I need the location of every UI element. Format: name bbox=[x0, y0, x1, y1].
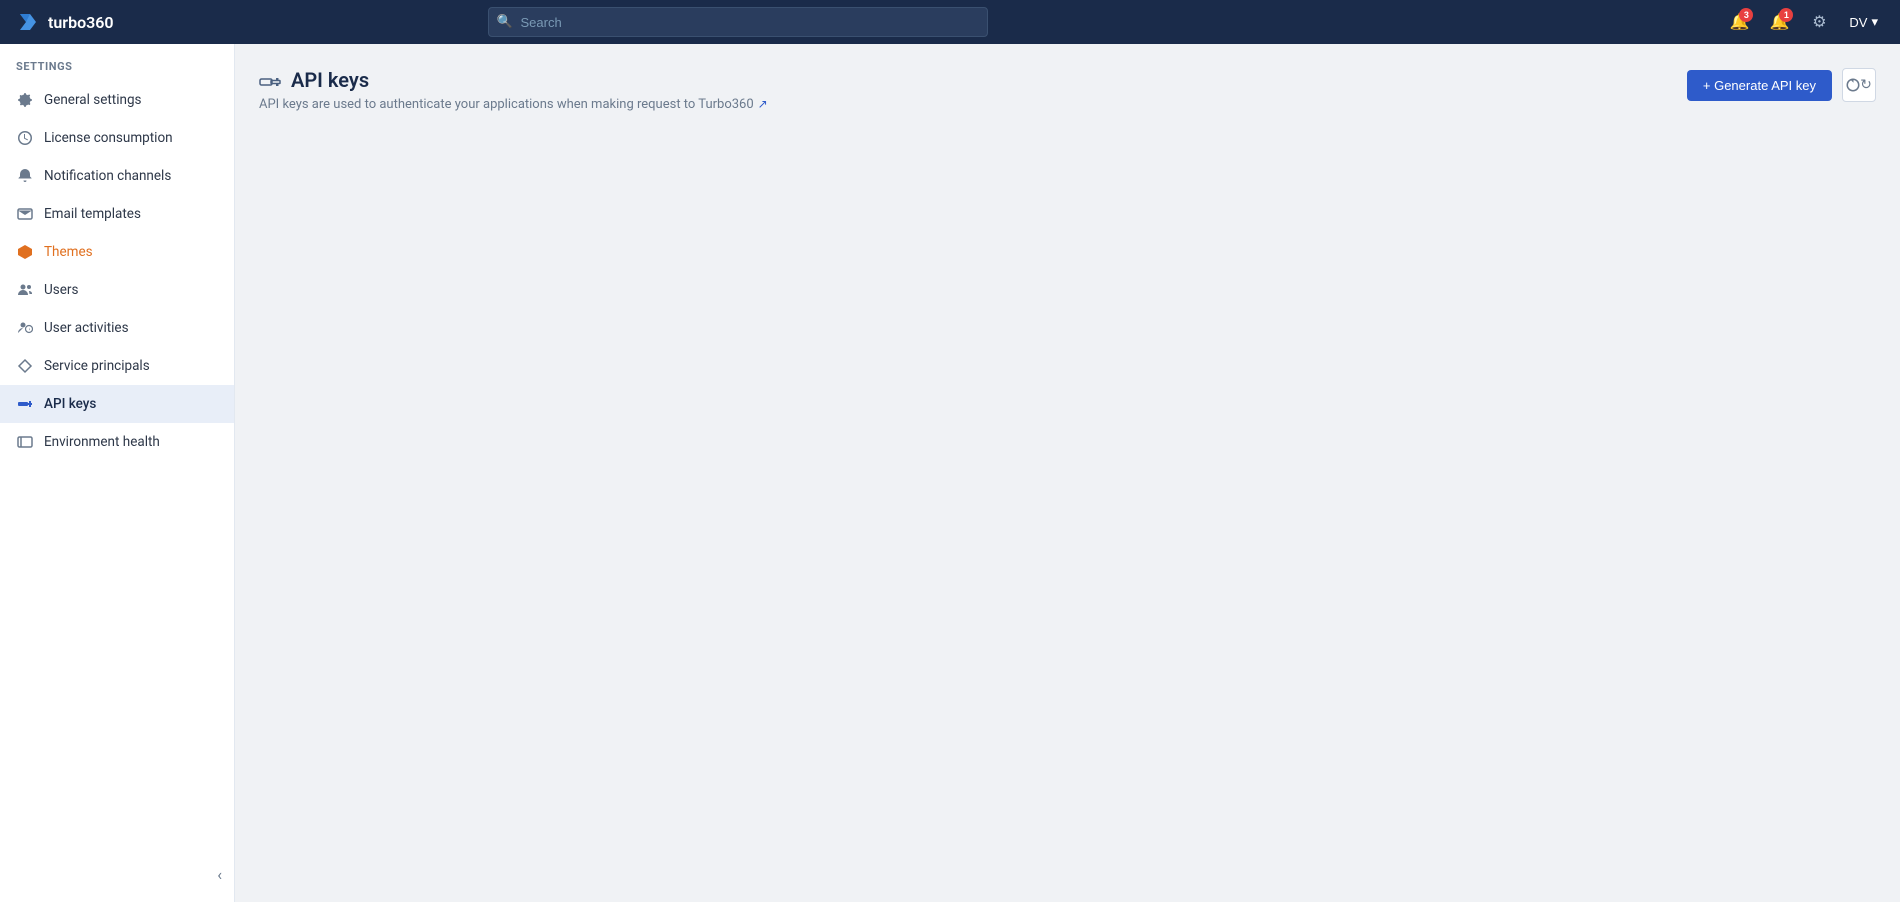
page-title: API keys bbox=[259, 68, 768, 93]
external-link-icon: ↗ bbox=[758, 97, 768, 111]
sidebar-item-label: License consumption bbox=[44, 130, 173, 146]
sidebar-item-label: Service principals bbox=[44, 358, 150, 374]
general-settings-icon bbox=[16, 91, 34, 109]
sidebar-item-service-principals[interactable]: Service principals bbox=[0, 347, 234, 385]
service-principals-icon bbox=[16, 357, 34, 375]
page-subtitle: API keys are used to authenticate your a… bbox=[259, 97, 768, 112]
sidebar-item-label: General settings bbox=[44, 92, 142, 108]
environment-health-icon bbox=[16, 433, 34, 451]
users-icon bbox=[16, 281, 34, 299]
layout: SETTINGS General settings License consum… bbox=[0, 44, 1900, 902]
sidebar-item-label: Email templates bbox=[44, 206, 141, 222]
navbar: turbo360 🔍 🔔 3 🔔 1 ⚙ DV ▾ bbox=[0, 0, 1900, 44]
sidebar-item-label: API keys bbox=[44, 396, 96, 412]
page-actions: + Generate API key ↻ bbox=[1687, 68, 1876, 102]
sidebar: SETTINGS General settings License consum… bbox=[0, 44, 235, 902]
page-header: API keys API keys are used to authentica… bbox=[259, 68, 1876, 112]
sidebar-item-label: Users bbox=[44, 282, 78, 298]
email-templates-icon bbox=[16, 205, 34, 223]
refresh-icon bbox=[1846, 78, 1860, 92]
navbar-actions: 🔔 3 🔔 1 ⚙ DV ▾ bbox=[1723, 6, 1884, 38]
page-title-section: API keys API keys are used to authentica… bbox=[259, 68, 768, 112]
settings-button[interactable]: ⚙ bbox=[1803, 6, 1835, 38]
user-initials: DV bbox=[1849, 15, 1867, 30]
sidebar-section-label: SETTINGS bbox=[0, 44, 234, 81]
brand-name: turbo360 bbox=[48, 13, 114, 32]
sidebar-item-api-keys[interactable]: API keys bbox=[0, 385, 234, 423]
collapse-icon: ‹ bbox=[217, 865, 222, 884]
search-icon: 🔍 bbox=[497, 15, 513, 30]
alerts-button[interactable]: 🔔 1 bbox=[1763, 6, 1795, 38]
notification-channels-icon bbox=[16, 167, 34, 185]
alerts-badge: 1 bbox=[1779, 8, 1793, 22]
sidebar-item-themes[interactable]: Themes bbox=[0, 233, 234, 271]
brand-logo-icon bbox=[16, 10, 40, 34]
notifications-badge: 3 bbox=[1739, 8, 1753, 22]
sidebar-collapse-button[interactable]: ‹ bbox=[0, 855, 234, 894]
sidebar-item-environment-health[interactable]: Environment health bbox=[0, 423, 234, 461]
sidebar-item-label: Environment health bbox=[44, 434, 160, 450]
sidebar-item-license-consumption[interactable]: License consumption bbox=[0, 119, 234, 157]
user-chevron-icon: ▾ bbox=[1871, 14, 1878, 30]
main-content: API keys API keys are used to authentica… bbox=[235, 44, 1900, 902]
user-menu-button[interactable]: DV ▾ bbox=[1843, 10, 1884, 34]
search-input[interactable] bbox=[488, 7, 988, 37]
refresh-button[interactable]: ↻ bbox=[1842, 68, 1876, 102]
sidebar-item-user-activities[interactable]: User activities bbox=[0, 309, 234, 347]
sidebar-item-email-templates[interactable]: Email templates bbox=[0, 195, 234, 233]
notifications-button[interactable]: 🔔 3 bbox=[1723, 6, 1755, 38]
page-title-icon bbox=[259, 68, 281, 93]
search-container: 🔍 bbox=[488, 7, 988, 37]
sidebar-item-label: Themes bbox=[44, 244, 93, 260]
brand: turbo360 bbox=[16, 10, 114, 34]
user-activities-icon bbox=[16, 319, 34, 337]
sidebar-item-general-settings[interactable]: General settings bbox=[0, 81, 234, 119]
sidebar-item-label: Notification channels bbox=[44, 168, 171, 184]
api-keys-icon bbox=[16, 395, 34, 413]
sidebar-item-label: User activities bbox=[44, 320, 129, 336]
themes-icon bbox=[16, 243, 34, 261]
sidebar-item-notification-channels[interactable]: Notification channels bbox=[0, 157, 234, 195]
license-consumption-icon bbox=[16, 129, 34, 147]
generate-api-key-button[interactable]: + Generate API key bbox=[1687, 70, 1832, 101]
sidebar-item-users[interactable]: Users bbox=[0, 271, 234, 309]
